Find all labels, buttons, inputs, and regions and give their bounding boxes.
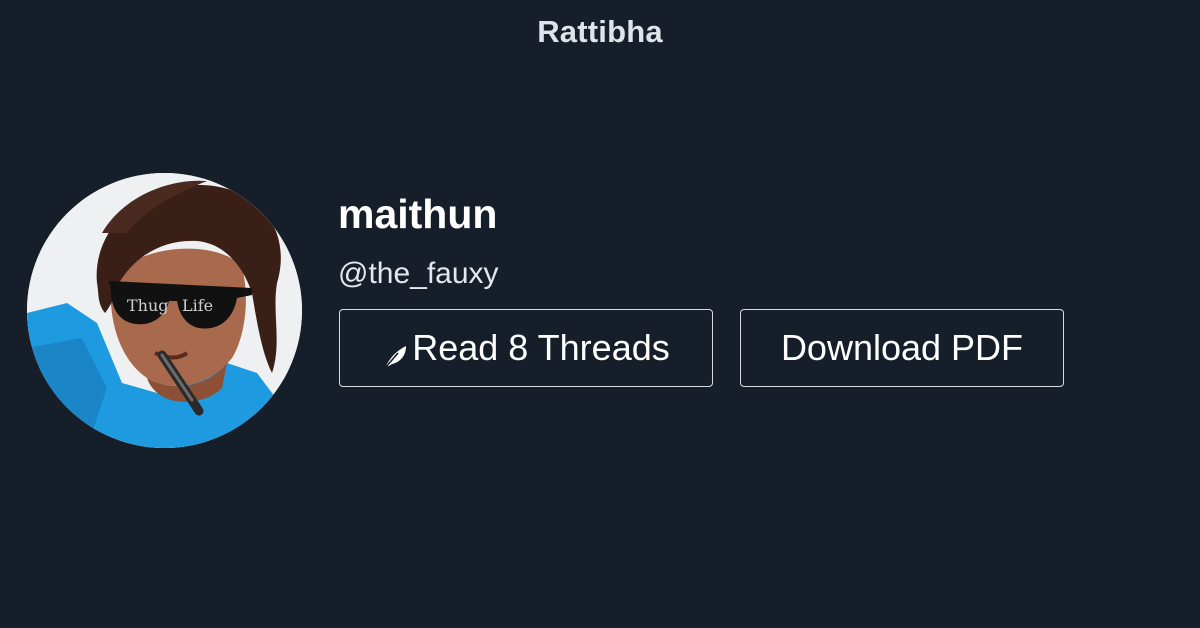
user-handle: @the_fauxy: [338, 257, 499, 290]
download-pdf-label: Download PDF: [780, 327, 1024, 368]
avatar-overlay-text-left: Thug: [127, 296, 169, 315]
download-pdf-button[interactable]: Download PDF: [740, 309, 1064, 387]
avatar: Thug Life: [27, 173, 302, 448]
read-threads-label: Read 8 Threads: [412, 327, 670, 368]
avatar-overlay-text-right: Life: [182, 296, 213, 315]
read-threads-button[interactable]: Read 8 Threads: [339, 309, 713, 387]
avatar-image: Thug Life: [27, 173, 302, 448]
display-name: maithun: [338, 191, 498, 237]
feather-icon: [382, 337, 410, 368]
site-title: Rattibha: [537, 14, 663, 49]
